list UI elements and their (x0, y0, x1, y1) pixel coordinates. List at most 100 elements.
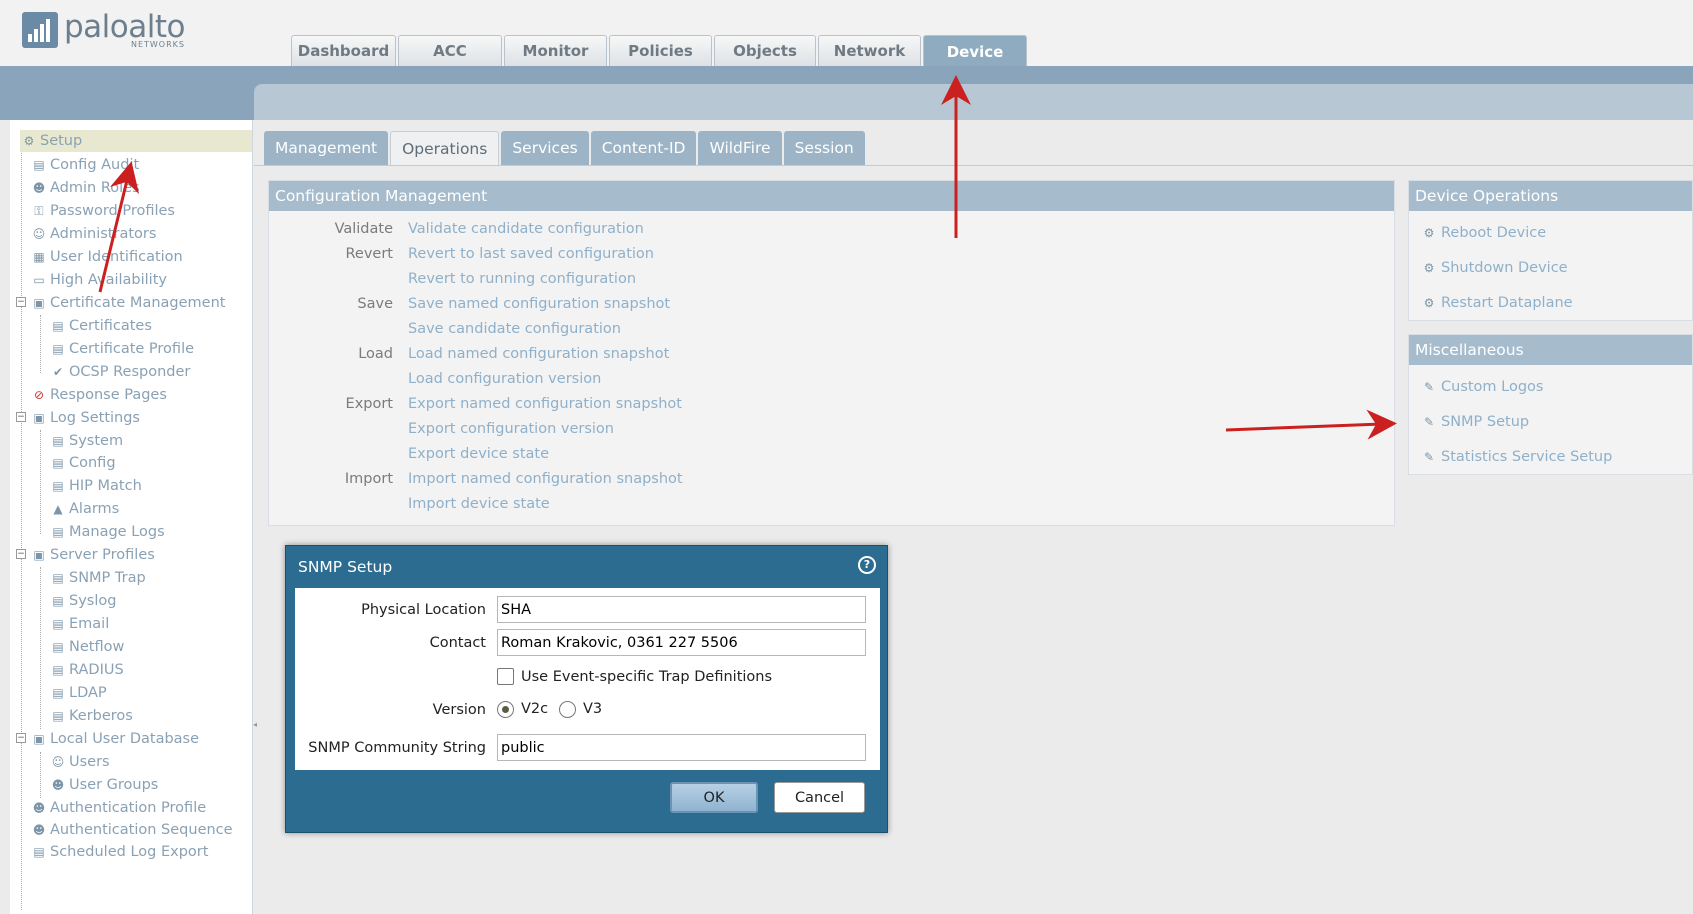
configuration-management-panel: Configuration Management Validate Valida… (268, 180, 1395, 526)
ok-button[interactable]: OK (670, 782, 758, 813)
tab-objects[interactable]: Objects (714, 35, 816, 66)
sidebar-item-label: Certificates (69, 318, 152, 334)
sidebar-item-server-profiles[interactable]: ▣ Server Profiles (30, 544, 154, 566)
save-candidate-link[interactable]: Save candidate configuration (408, 321, 621, 337)
collapse-toggle[interactable]: − (16, 297, 26, 307)
op-label: Reboot Device (1441, 225, 1547, 241)
sidebar-item-config[interactable]: ▤ Config (49, 452, 116, 474)
sidebar-item-ldap[interactable]: ▤ LDAP (49, 682, 106, 704)
sidebar-item-label: OCSP Responder (69, 364, 191, 380)
sidebar-item-password-profiles[interactable]: ⚿ Password Profiles (30, 200, 175, 222)
import-device-state-link[interactable]: Import device state (408, 496, 550, 512)
version-v3-radio[interactable] (559, 701, 576, 718)
local-user-database-icon: ▣ (33, 732, 45, 746)
sidebar-item-authentication-sequence[interactable]: ☻ Authentication Sequence (30, 819, 233, 841)
restart-dataplane-link[interactable]: ⚙ Restart Dataplane (1419, 295, 1573, 311)
collapse-toggle[interactable]: − (16, 733, 26, 743)
tab-wildfire[interactable]: WildFire (698, 131, 782, 165)
dialog-title: SNMP Setup (298, 558, 393, 576)
tab-policies[interactable]: Policies (609, 35, 712, 66)
sidebar-item-netflow[interactable]: ▤ Netflow (49, 636, 124, 658)
sidebar-item-administrators[interactable]: ☺ Administrators (30, 223, 157, 245)
sidebar-item-users[interactable]: ☺ Users (49, 751, 110, 773)
sidebar-item-local-user-database[interactable]: ▣ Local User Database (30, 728, 199, 750)
sidebar-item-hip-match[interactable]: ▤ HIP Match (49, 475, 141, 497)
sidebar-item-user-identification[interactable]: ▦ User Identification (30, 246, 182, 268)
sidebar-item-system[interactable]: ▤ System (49, 430, 123, 452)
settings-page-icon: ✎ (1423, 380, 1435, 394)
sidebar-item-response-pages[interactable]: ⊘ Response Pages (30, 384, 167, 406)
import-named-snapshot-link[interactable]: Import named configuration snapshot (408, 471, 683, 487)
sidebar-item-scheduled-log-export[interactable]: ▤ Scheduled Log Export (30, 841, 208, 863)
response-pages-icon: ⊘ (33, 388, 45, 402)
snmp-setup-link[interactable]: ✎ SNMP Setup (1419, 414, 1529, 430)
revert-last-saved-link[interactable]: Revert to last saved configuration (408, 246, 654, 262)
sidebar-item-label: Config (69, 455, 116, 471)
tab-device[interactable]: Device (923, 35, 1027, 68)
tab-content-id[interactable]: Content-ID (590, 131, 697, 165)
sidebar-item-syslog[interactable]: ▤ Syslog (49, 590, 116, 612)
revert-running-link[interactable]: Revert to running configuration (408, 271, 636, 287)
panel-title: Miscellaneous (1409, 335, 1692, 365)
validate-candidate-link[interactable]: Validate candidate configuration (408, 221, 644, 237)
collapse-toggle[interactable]: − (16, 549, 26, 559)
sidebar-item-alarms[interactable]: ▲ Alarms (49, 498, 119, 520)
alarms-icon: ▲ (53, 502, 63, 516)
sidebar-item-email[interactable]: ▤ Email (49, 613, 109, 635)
tab-management[interactable]: Management (264, 131, 389, 165)
sidebar-resize-handle[interactable]: ◂ (253, 720, 258, 740)
help-icon[interactable]: ? (858, 556, 876, 574)
statistics-service-setup-link[interactable]: ✎ Statistics Service Setup (1419, 449, 1612, 465)
tab-session[interactable]: Session (783, 131, 865, 165)
sidebar-item-certificate-profile[interactable]: ▤ Certificate Profile (49, 338, 194, 360)
custom-logos-link[interactable]: ✎ Custom Logos (1419, 379, 1544, 395)
event-trap-checkbox[interactable] (497, 668, 514, 685)
community-string-label: SNMP Community String (308, 740, 486, 756)
sidebar-item-manage-logs[interactable]: ▤ Manage Logs (49, 521, 164, 543)
shutdown-device-link[interactable]: ⚙ Shutdown Device (1419, 260, 1568, 276)
tab-acc[interactable]: ACC (398, 35, 502, 66)
panel-title: Device Operations (1409, 181, 1692, 211)
sidebar-item-config-audit[interactable]: ▤ Config Audit (30, 154, 139, 176)
sidebar-item-high-availability[interactable]: ▭ High Availability (30, 269, 167, 291)
reboot-device-link[interactable]: ⚙ Reboot Device (1419, 225, 1547, 241)
sidebar-item-user-groups[interactable]: ☻ User Groups (49, 774, 159, 796)
export-named-snapshot-link[interactable]: Export named configuration snapshot (408, 396, 682, 412)
collapse-toggle[interactable]: − (16, 412, 26, 422)
tab-dashboard[interactable]: Dashboard (291, 35, 396, 66)
sidebar-item-label: Admin Roles (50, 180, 140, 196)
sidebar-item-label: Certificate Management (50, 295, 226, 311)
tab-network[interactable]: Network (818, 35, 921, 66)
tab-monitor[interactable]: Monitor (504, 35, 607, 66)
sidebar-item-label: Users (69, 754, 110, 770)
export-config-version-link[interactable]: Export configuration version (408, 421, 614, 437)
sidebar-item-snmp-trap[interactable]: ▤ SNMP Trap (49, 567, 145, 589)
version-v2c-radio[interactable] (497, 701, 514, 718)
users-icon: ☺ (51, 755, 65, 769)
tab-services[interactable]: Services (501, 131, 589, 165)
hip-match-icon: ▤ (52, 479, 64, 493)
high-availability-icon: ▭ (33, 273, 45, 287)
contact-input[interactable] (497, 629, 866, 656)
sidebar-item-kerberos[interactable]: ▤ Kerberos (49, 705, 133, 727)
sidebar-item-admin-roles[interactable]: ☻ Admin Roles (30, 177, 140, 199)
sidebar-item-ocsp-responder[interactable]: ✔ OCSP Responder (49, 361, 190, 383)
community-string-input[interactable] (497, 734, 866, 761)
tab-operations[interactable]: Operations (390, 131, 500, 165)
sidebar-item-label: Scheduled Log Export (50, 844, 209, 860)
load-named-snapshot-link[interactable]: Load named configuration snapshot (408, 346, 669, 362)
sidebar-item-authentication-profile[interactable]: ☻ Authentication Profile (30, 797, 206, 819)
sidebar-item-certificate-management[interactable]: ▣ Certificate Management (30, 292, 225, 314)
sidebar-item-label: Password Profiles (50, 203, 175, 219)
load-config-version-link[interactable]: Load configuration version (408, 371, 601, 387)
sidebar-item-setup[interactable]: ⚙ Setup (20, 130, 252, 152)
sidebar-item-label: Kerberos (69, 708, 133, 724)
physical-location-input[interactable] (497, 596, 866, 623)
sidebar-item-log-settings[interactable]: ▣ Log Settings (30, 407, 140, 429)
export-device-state-link[interactable]: Export device state (408, 446, 549, 462)
sidebar-item-radius[interactable]: ▤ RADIUS (49, 659, 123, 681)
save-named-snapshot-link[interactable]: Save named configuration snapshot (408, 296, 670, 312)
sidebar-item-certificates[interactable]: ▤ Certificates (49, 315, 152, 337)
cancel-button[interactable]: Cancel (774, 782, 865, 813)
device-operations-panel: Device Operations ⚙ Reboot Device ⚙ Shutdo… (1408, 180, 1693, 321)
